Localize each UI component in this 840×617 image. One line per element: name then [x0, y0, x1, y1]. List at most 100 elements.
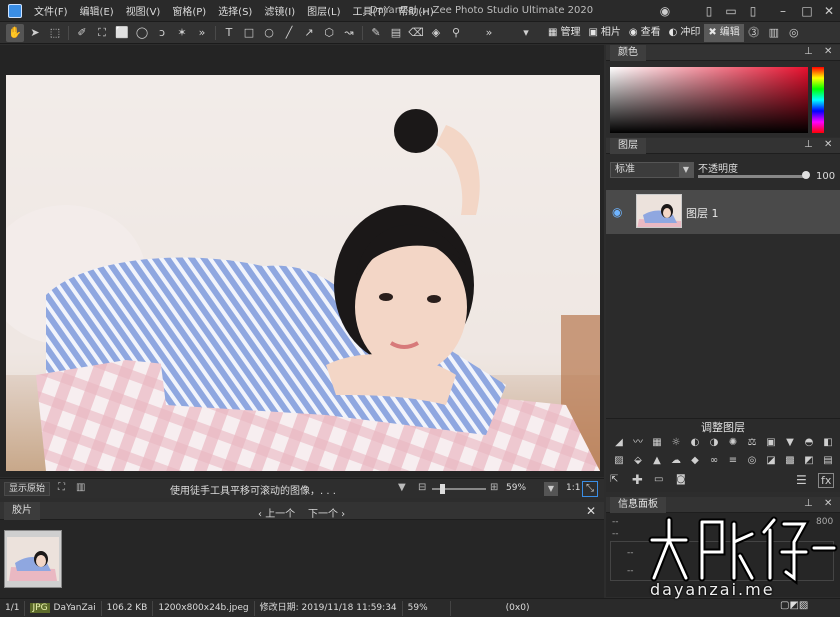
grain-icon[interactable]: ◩ — [800, 453, 818, 469]
gradient-tool-icon[interactable]: ▤ — [387, 24, 405, 42]
hue-slider[interactable] — [812, 67, 824, 133]
arrow-tool-icon[interactable]: ↗ — [300, 24, 318, 42]
edited-photo[interactable] — [6, 75, 600, 471]
menu-select[interactable]: 选择(S) — [212, 3, 258, 18]
view-mode-button[interactable]: ◉ 查看 — [625, 24, 665, 42]
add-layer-icon[interactable]: ✚ — [632, 473, 643, 488]
color-balance-icon[interactable]: ⚖ — [743, 435, 761, 451]
edit-mode-button[interactable]: ✖ 编辑 — [704, 23, 744, 42]
menu-file[interactable]: 文件(F) — [28, 3, 74, 18]
lasso-icon[interactable]: ↄ — [153, 24, 171, 42]
histogram-icon[interactable]: ▥ — [76, 482, 85, 493]
sharpen-icon[interactable]: ≡ — [724, 453, 742, 469]
photo-filter-icon[interactable]: ▣ — [762, 435, 780, 451]
magic-wand-icon[interactable]: ✶ — [173, 24, 191, 42]
lut-icon[interactable]: ▤ — [819, 453, 837, 469]
dropdown-icon[interactable]: ▾ — [517, 24, 535, 42]
mask-icon[interactable]: ◙ — [676, 474, 686, 485]
show-original-button[interactable]: 显示原始 — [4, 482, 51, 496]
contrast-icon[interactable]: ◑ — [705, 435, 723, 451]
more-tools-icon[interactable]: » — [193, 24, 211, 42]
eye-settings-icon[interactable]: ◎ — [785, 24, 803, 42]
color-panel-title[interactable]: 颜色 — [610, 45, 646, 61]
opacity-slider-thumb[interactable] — [802, 171, 810, 179]
visibility-eye-icon[interactable]: ◉ — [612, 205, 622, 219]
panel-close-icon[interactable]: ✕ — [824, 498, 832, 509]
dehaze-icon[interactable]: ☁ — [667, 453, 685, 469]
brightness-icon[interactable]: ☼ — [667, 435, 685, 451]
zoom-preset-dropdown[interactable]: ▼ — [544, 482, 558, 496]
layers-panel-title[interactable]: 图层 — [610, 138, 646, 154]
vibrance-icon[interactable]: ▼ — [781, 435, 799, 451]
text-tool-icon[interactable]: T — [220, 24, 238, 42]
hue-icon[interactable]: ✺ — [724, 435, 742, 451]
polygon-tool-icon[interactable]: ⬡ — [320, 24, 338, 42]
rect-select-icon[interactable]: ⬜ — [113, 24, 131, 42]
transform-tool-icon[interactable]: ⬚ — [46, 24, 64, 42]
glasses-icon[interactable]: ∞ — [705, 453, 723, 469]
360-icon[interactable]: ⓷ — [745, 24, 763, 42]
menu-edit[interactable]: 编辑(E) — [74, 3, 120, 18]
next-button[interactable]: 下一个 › — [308, 505, 345, 520]
pin-icon[interactable]: ⊥ — [804, 498, 813, 509]
pin-icon[interactable]: ⊥ — [804, 139, 813, 150]
app-logo-icon[interactable] — [8, 3, 22, 18]
manage-mode-button[interactable]: ▦ 管理 — [544, 24, 584, 42]
ellipse-select-icon[interactable]: ◯ — [133, 24, 151, 42]
account-icon[interactable]: ◉ — [652, 2, 678, 20]
selection-tool-icon[interactable]: ⛶ — [93, 24, 111, 42]
zoom-out-icon[interactable]: ⊟ — [418, 482, 426, 493]
info-panel-title[interactable]: 信息面板 — [610, 497, 666, 513]
zoom-dropdown-icon[interactable]: ▼ — [398, 482, 406, 493]
more-tools-2-icon[interactable]: » — [480, 24, 498, 42]
menu-filter[interactable]: 滤镜(I) — [258, 3, 301, 18]
hand-tool-icon[interactable]: ✋ — [6, 23, 24, 42]
clarity-icon[interactable]: ▲ — [648, 453, 666, 469]
blend-mode-select[interactable]: 标准 ▼ — [610, 162, 694, 178]
posterize-icon[interactable]: ◓ — [800, 435, 818, 451]
layer-menu-icon[interactable]: ☰ — [796, 473, 807, 487]
levels-icon[interactable]: ◢ — [610, 435, 628, 451]
color-picker-field[interactable] — [610, 67, 808, 133]
opacity-slider[interactable] — [698, 175, 806, 178]
panel-close-icon[interactable]: ✕ — [824, 46, 832, 57]
develop-mode-button[interactable]: ◐ 冲印 — [665, 24, 705, 42]
invert-icon[interactable]: ◧ — [819, 435, 837, 451]
previous-button[interactable]: ‹ 上一个 — [258, 505, 295, 520]
channel-mixer-icon[interactable]: ▦ — [648, 435, 666, 451]
layout-right-icon[interactable]: ▯ — [740, 2, 766, 20]
zoom-slider-thumb[interactable] — [440, 484, 445, 494]
line-tool-icon[interactable]: ╱ — [280, 24, 298, 42]
view-mode-icons[interactable]: ▢◩▨ — [780, 600, 808, 611]
eraser-tool-icon[interactable]: ⌫ — [407, 24, 425, 42]
pin-icon[interactable]: ⊥ — [804, 46, 813, 57]
fit-window-icon[interactable]: ⤡ — [582, 481, 598, 497]
crop-brush-icon[interactable]: ✐ — [73, 24, 91, 42]
menu-layer[interactable]: 图层(L) — [301, 3, 346, 18]
menu-pane[interactable]: 窗格(P) — [166, 3, 212, 18]
ellipse-tool-icon[interactable]: ○ — [260, 24, 278, 42]
vignette-icon[interactable]: ◎ — [743, 453, 761, 469]
zoom-in-icon[interactable]: ⊞ — [490, 482, 498, 493]
menu-view[interactable]: 视图(V) — [120, 3, 167, 18]
pointer-tool-icon[interactable]: ➤ — [26, 24, 44, 42]
filmstrip-close-icon[interactable]: ✕ — [586, 504, 596, 518]
eyedropper-tool-icon[interactable]: ⚲ — [447, 24, 465, 42]
panel-close-icon[interactable]: ✕ — [824, 139, 832, 150]
brush-tool-icon[interactable]: ✎ — [367, 24, 385, 42]
fit-screen-icon[interactable]: ⛶ — [58, 482, 65, 493]
curve-tool-icon[interactable]: ↝ — [340, 24, 358, 42]
actual-size-button[interactable]: 1:1 — [566, 483, 580, 493]
exposure-icon[interactable]: ◐ — [686, 435, 704, 451]
fx-icon[interactable]: fx — [818, 473, 835, 488]
close-button[interactable]: ✕ — [816, 2, 840, 20]
curves-icon[interactable]: 〰 — [629, 435, 647, 451]
drop-icon[interactable]: ◆ — [686, 453, 704, 469]
gradient-map-icon[interactable]: ⬙ — [629, 453, 647, 469]
minimize-button[interactable]: – — [770, 2, 796, 20]
layer-row[interactable]: ◉ 图层 1 — [606, 190, 840, 234]
filmstrip-thumbnail[interactable] — [4, 530, 62, 588]
rectangle-tool-icon[interactable]: □ — [240, 24, 258, 42]
noise-icon[interactable]: ▩ — [781, 453, 799, 469]
stats-icon[interactable]: ▥ — [765, 24, 783, 42]
